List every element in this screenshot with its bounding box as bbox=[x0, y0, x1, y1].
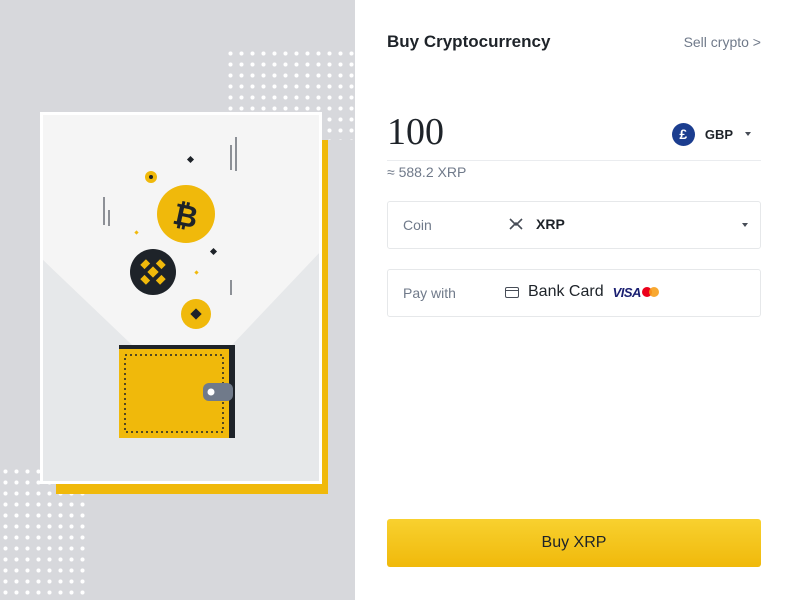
coin-value: XRP bbox=[508, 216, 565, 232]
currency-code: GBP bbox=[704, 126, 733, 142]
chevron-down-icon bbox=[742, 223, 748, 227]
gbp-icon: £ bbox=[671, 122, 695, 146]
approx-conversion: ≈ 588.2 XRP bbox=[387, 164, 467, 180]
wallet-illustration: ₿ bbox=[43, 137, 319, 481]
bitcoin-icon: ₿ bbox=[157, 185, 215, 243]
visa-logo: VISA bbox=[612, 284, 642, 300]
wallet-icon bbox=[119, 345, 235, 438]
bnb-icon bbox=[130, 249, 176, 295]
bank-card-icon bbox=[505, 286, 519, 298]
envelope-illustration: ₿ bbox=[40, 112, 322, 484]
pay-with-label: Pay with bbox=[403, 285, 456, 301]
amount-row: £ GBP bbox=[387, 104, 761, 161]
pay-method-text: Bank Card bbox=[528, 283, 604, 300]
mastercard-logo bbox=[641, 287, 660, 297]
coin-select[interactable]: Coin XRP bbox=[387, 201, 761, 249]
sell-crypto-link[interactable]: Sell crypto > bbox=[684, 34, 761, 50]
pay-with-select[interactable]: Pay with Bank Card VISA bbox=[387, 269, 761, 317]
coin-value-text: XRP bbox=[536, 216, 565, 232]
illustration-panel: ₿ bbox=[0, 0, 355, 600]
amount-input[interactable] bbox=[387, 108, 637, 156]
buy-form-panel: Buy Cryptocurrency Sell crypto > £ GBP ≈… bbox=[355, 0, 794, 600]
page-title: Buy Cryptocurrency bbox=[387, 32, 551, 51]
xrp-icon bbox=[509, 218, 523, 230]
buy-button[interactable]: Buy XRP bbox=[387, 519, 761, 567]
currency-select[interactable]: £ GBP bbox=[671, 122, 751, 146]
chevron-down-icon bbox=[745, 132, 751, 136]
pay-method: Bank Card VISA bbox=[505, 283, 660, 301]
coin-label: Coin bbox=[403, 217, 432, 233]
